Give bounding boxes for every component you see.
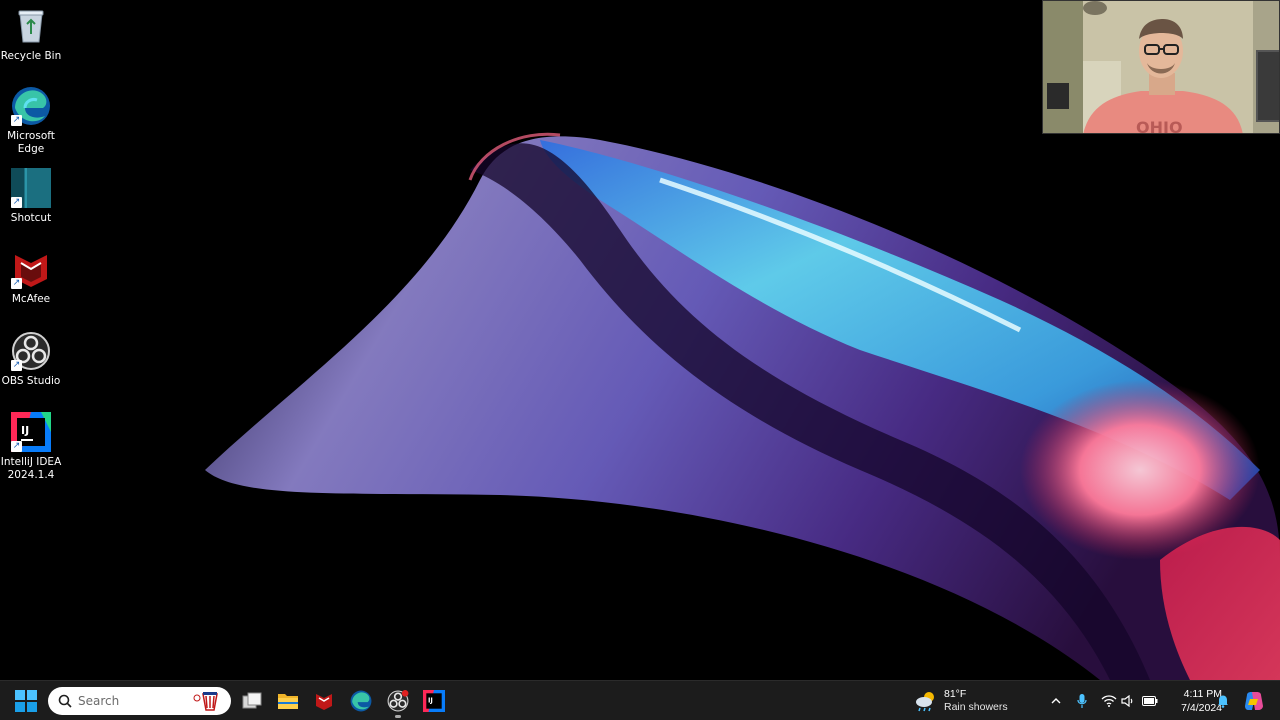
microphone-tray-button[interactable] <box>1073 691 1091 711</box>
desktop-icon-label: OBS Studio <box>1 375 61 387</box>
speaker-icon <box>1121 695 1133 707</box>
search-placeholder: Search <box>78 694 120 708</box>
desktop-icon-edge[interactable]: ↗ Microsoft Edge <box>0 86 62 156</box>
wifi-tray-button[interactable] <box>1100 691 1118 711</box>
desktop-icon-label: Recycle Bin <box>0 50 62 62</box>
taskbar-mcafee[interactable] <box>308 685 340 717</box>
desktop-icon-shotcut[interactable]: ↗ Shotcut <box>0 168 62 225</box>
search-highlight-fireworks-icon <box>193 692 218 711</box>
taskbar-edge[interactable] <box>345 685 377 717</box>
clock-date: 7/4/2024 <box>1181 702 1222 714</box>
webcam-video: OHIO <box>1043 1 1279 134</box>
battery-tray-button[interactable] <box>1141 691 1159 711</box>
desktop-icon-label: McAfee <box>11 293 51 305</box>
obs-icon <box>387 690 409 712</box>
taskbar-obs[interactable] <box>382 685 414 718</box>
intellij-icon: IJ <box>423 690 445 712</box>
taskbar-intellij[interactable]: IJ <box>418 685 450 717</box>
desktop-icon-recycle-bin[interactable]: Recycle Bin <box>0 6 62 63</box>
mcafee-icon <box>316 694 332 710</box>
taskbar: Search IJ 81°F Rain showers 4:11 PM 7/4/… <box>0 680 1280 720</box>
svg-text:IJ: IJ <box>428 697 433 705</box>
shortcut-arrow-icon: ↗ <box>11 441 22 452</box>
desktop-icon-mcafee[interactable]: ↗ McAfee <box>0 249 62 306</box>
edge-icon <box>350 690 372 712</box>
desktop-icon-obs[interactable]: ↗ OBS Studio <box>0 331 62 388</box>
desktop-icon-intellij[interactable]: IJ ↗ IntelliJ IDEA 2024.1.4 <box>0 412 62 482</box>
edge-icon: ↗ <box>11 86 51 126</box>
desktop-icon-label: IntelliJ IDEA 2024.1.4 <box>0 456 62 481</box>
taskbar-weather-widget[interactable]: 81°F Rain showers <box>914 686 1008 716</box>
volume-tray-button[interactable] <box>1119 691 1137 711</box>
taskbar-file-explorer[interactable] <box>272 685 304 717</box>
clock-time: 4:11 PM <box>1183 688 1222 700</box>
svg-text:IJ: IJ <box>21 424 29 437</box>
shirt-text: OHIO <box>1136 118 1183 134</box>
weather-temperature: 81°F <box>944 688 967 700</box>
taskbar-clock[interactable]: 4:11 PM 7/4/2024 <box>1162 687 1222 715</box>
weather-condition: Rain showers <box>944 701 1008 713</box>
copilot-icon <box>1245 692 1263 710</box>
wifi-icon <box>1101 695 1117 707</box>
taskbar-search-box[interactable]: Search <box>48 687 231 715</box>
running-indicator <box>395 715 401 718</box>
file-explorer-icon <box>278 694 298 709</box>
desktop-icon-label: Microsoft Edge <box>7 130 55 155</box>
webcam-overlay: OHIO <box>1042 0 1280 134</box>
show-hidden-icons-button[interactable] <box>1047 691 1065 711</box>
intellij-icon: IJ ↗ <box>11 412 51 452</box>
mcafee-icon: ↗ <box>11 249 51 289</box>
chevron-up-icon <box>1051 698 1061 704</box>
task-view-icon <box>242 692 262 709</box>
notifications-button[interactable] <box>1214 691 1232 711</box>
desktop-icon-label: Shotcut <box>10 212 52 224</box>
microphone-icon <box>1077 694 1087 708</box>
shortcut-arrow-icon: ↗ <box>11 360 22 371</box>
search-icon <box>58 694 72 708</box>
rain-showers-icon <box>916 692 934 712</box>
obs-icon: ↗ <box>11 331 51 371</box>
recycle-bin-icon <box>11 6 51 46</box>
start-button[interactable] <box>10 685 42 717</box>
taskbar-task-view[interactable] <box>236 685 268 717</box>
shortcut-arrow-icon: ↗ <box>11 115 22 126</box>
weather-text: 81°F Rain showers <box>944 688 1008 714</box>
copilot-button[interactable] <box>1243 691 1265 711</box>
shotcut-icon: ↗ <box>11 168 51 208</box>
windows-start-icon <box>15 690 37 712</box>
shortcut-arrow-icon: ↗ <box>11 197 22 208</box>
battery-charging-icon <box>1142 696 1158 706</box>
bell-icon <box>1218 695 1228 708</box>
shortcut-arrow-icon: ↗ <box>11 278 22 289</box>
